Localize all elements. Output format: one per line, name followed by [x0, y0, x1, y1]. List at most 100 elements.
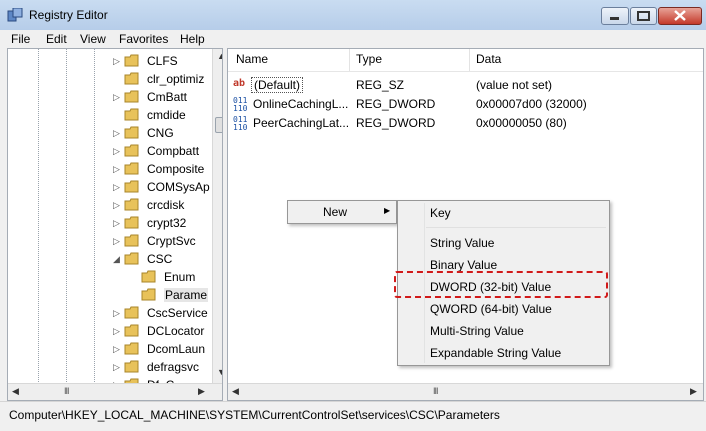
tree-item-label: clr_optimiz — [147, 72, 205, 86]
binary-value-icon: 011 110 — [233, 96, 248, 113]
submenu-binary-value[interactable]: Binary Value — [430, 258, 497, 272]
submenu-key[interactable]: Key — [430, 206, 451, 220]
tree-item[interactable]: ▷ CLFS — [8, 52, 208, 70]
expand-arrow-icon[interactable]: ▷ — [113, 164, 120, 175]
value-name: PeerCachingLat... — [253, 116, 350, 130]
expand-arrow-icon[interactable]: ▷ — [113, 308, 120, 319]
scroll-left-arrow[interactable]: ◀ — [12, 386, 19, 397]
tree-item[interactable]: ▷ CNG — [8, 124, 208, 142]
expand-arrow-icon[interactable]: ▷ — [113, 218, 120, 229]
value-type: REG_SZ — [356, 78, 405, 92]
column-header-data[interactable]: Data — [476, 52, 501, 66]
tree-item-label: CryptSvc — [147, 234, 196, 248]
expand-arrow-icon[interactable]: ▷ — [113, 326, 120, 337]
close-button[interactable] — [658, 7, 702, 25]
scroll-right-arrow[interactable]: ▶ — [198, 386, 205, 397]
folder-icon — [124, 198, 139, 211]
value-row-onlinecaching[interactable]: 011 110 OnlineCachingL... REG_DWORD 0x00… — [228, 95, 703, 114]
menu-help[interactable]: Help — [180, 32, 205, 46]
menu-file[interactable]: File — [11, 32, 30, 46]
collapse-arrow-icon[interactable]: ◢ — [113, 254, 120, 265]
list-horizontal-scrollbar[interactable]: ◀ III ▶ — [228, 383, 703, 400]
expand-arrow-icon[interactable]: ▷ — [113, 182, 120, 193]
expand-arrow-icon[interactable]: ▷ — [113, 200, 120, 211]
folder-icon — [124, 144, 139, 157]
minimize-icon — [610, 17, 619, 20]
column-divider[interactable] — [469, 49, 470, 71]
tree-item-label: Enum — [164, 270, 196, 284]
folder-icon — [124, 342, 139, 355]
value-row-peercaching[interactable]: 011 110 PeerCachingLat... REG_DWORD 0x00… — [228, 114, 703, 133]
expand-arrow-icon[interactable]: ▷ — [113, 362, 120, 373]
tree-item-label: CSC — [147, 252, 173, 266]
submenu-expandable-string-value[interactable]: Expandable String Value — [430, 346, 561, 360]
menu-edit[interactable]: Edit — [46, 32, 67, 46]
scroll-up-arrow[interactable]: ▲ — [217, 51, 222, 61]
folder-icon — [124, 306, 139, 319]
value-type: REG_DWORD — [356, 116, 436, 130]
context-menu-new[interactable]: New — [323, 205, 347, 219]
tree-item[interactable]: ▷ DcomLaun — [8, 340, 208, 358]
folder-icon — [124, 234, 139, 247]
maximize-button[interactable] — [630, 7, 657, 25]
tree-scroll-thumb[interactable] — [215, 117, 222, 133]
folder-icon — [124, 72, 139, 85]
folder-icon — [141, 270, 156, 283]
tree-item[interactable]: Parame — [8, 286, 209, 304]
folder-icon — [124, 90, 139, 103]
tree-item[interactable]: ▷ crcdisk — [8, 196, 208, 214]
folder-icon — [124, 108, 139, 121]
tree-item[interactable]: ◢ CSC — [8, 250, 208, 268]
value-type: REG_DWORD — [356, 97, 436, 111]
value-name: OnlineCachingL... — [253, 97, 349, 111]
tree-item[interactable]: clr_optimiz — [8, 70, 208, 88]
header-divider — [228, 71, 703, 72]
tree-horizontal-scrollbar[interactable]: ◀ III ▶ — [8, 383, 222, 400]
submenu-qword-value[interactable]: QWORD (64-bit) Value — [430, 302, 552, 316]
tree-item[interactable]: ▷ COMSysAp — [8, 178, 210, 196]
expand-arrow-icon[interactable]: ▷ — [113, 56, 120, 67]
expand-arrow-icon[interactable]: ▷ — [113, 146, 120, 157]
scroll-grip[interactable]: III — [433, 386, 438, 396]
tree-item[interactable]: ▷ DCLocator — [8, 322, 208, 340]
column-divider[interactable] — [349, 49, 350, 71]
menu-view[interactable]: View — [80, 32, 106, 46]
expand-arrow-icon[interactable]: ▷ — [113, 128, 120, 139]
folder-icon — [124, 360, 139, 373]
scroll-down-arrow[interactable]: ▼ — [217, 367, 222, 377]
value-data: 0x00007d00 (32000) — [476, 97, 587, 111]
title-bar: Registry Editor — [0, 0, 706, 30]
menu-favorites[interactable]: Favorites — [119, 32, 168, 46]
tree-item[interactable]: ▷ Composite — [8, 160, 208, 178]
tree-item[interactable]: ▷ CryptSvc — [8, 232, 208, 250]
value-data: 0x00000050 (80) — [476, 116, 567, 130]
tree-item-label: CLFS — [147, 54, 178, 68]
scroll-right-arrow[interactable]: ▶ — [690, 386, 697, 397]
tree-vertical-scrollbar[interactable]: ▲ ▼ — [212, 49, 222, 383]
registry-editor-icon — [7, 8, 23, 22]
submenu-multi-string-value[interactable]: Multi-String Value — [430, 324, 524, 338]
column-header-name[interactable]: Name — [236, 52, 268, 66]
expand-arrow-icon[interactable]: ▷ — [113, 344, 120, 355]
tree-item-label: CmBatt — [147, 90, 188, 104]
column-header-type[interactable]: Type — [356, 52, 382, 66]
registry-path: Computer\HKEY_LOCAL_MACHINE\SYSTEM\Curre… — [9, 408, 500, 422]
expand-arrow-icon[interactable]: ▷ — [113, 236, 120, 247]
tree-item[interactable]: ▷ CscService — [8, 304, 208, 322]
minimize-button[interactable] — [601, 7, 629, 25]
tree-item[interactable]: cmdide — [8, 106, 208, 124]
submenu-string-value[interactable]: String Value — [430, 236, 494, 250]
tree-item[interactable]: ▷ defragsvc — [8, 358, 208, 376]
value-data: (value not set) — [476, 78, 553, 92]
scroll-left-arrow[interactable]: ◀ — [232, 386, 239, 397]
tree-item[interactable]: ▷ crypt32 — [8, 214, 208, 232]
tree-item[interactable]: ▷ CmBatt — [8, 88, 208, 106]
expand-arrow-icon[interactable]: ▷ — [113, 92, 120, 103]
value-row-default[interactable]: ab (Default) REG_SZ (value not set) — [228, 76, 703, 95]
scroll-grip[interactable]: III — [64, 386, 69, 396]
tree-item-label: cmdide — [147, 108, 186, 122]
registry-tree[interactable]: ▷ CLFS clr_optimiz ▷ CmBatt cmdide ▷ CNG ▷ Compba… — [7, 48, 223, 401]
tree-item[interactable]: ▷ Compbatt — [8, 142, 208, 160]
submenu-arrow-icon: ▶ — [384, 206, 391, 215]
tree-item[interactable]: Enum — [8, 268, 208, 286]
